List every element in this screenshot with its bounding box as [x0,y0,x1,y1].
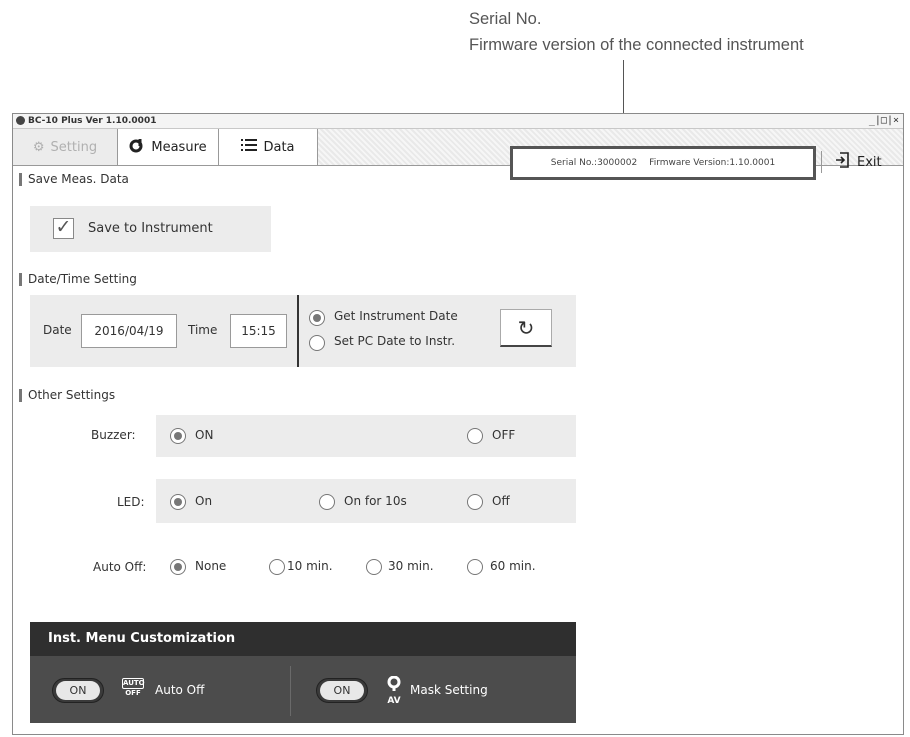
menu-customization-panel: Inst. Menu Customization ON AUTO OFF Aut… [30,622,576,723]
buzzer-panel: ON OFF [156,415,576,457]
auto-off-none-radio[interactable] [170,559,186,575]
buzzer-on-radio[interactable] [170,428,186,444]
mask-setting-label: Mask Setting [410,683,488,697]
auto-off-toggle[interactable]: ON [52,678,104,703]
set-pc-date-radio[interactable] [309,335,325,351]
led-on10-radio[interactable] [319,494,335,510]
measure-icon [129,137,145,157]
save-to-instrument-label: Save to Instrument [88,221,213,236]
tab-data[interactable]: Data [219,129,318,165]
mask-icon-text: AV [387,696,401,706]
auto-off-options: None 10 min. 30 min. 60 min. [156,546,576,588]
exit-button[interactable]: Exit [835,148,882,176]
auto-off-none-label: None [195,559,227,573]
list-icon [241,138,258,156]
menu-divider [290,666,291,716]
exit-icon [835,152,849,172]
auto-off-60-label: 60 min. [490,559,536,573]
tab-measure[interactable]: Measure [118,129,219,165]
buzzer-label: Buzzer: [91,428,136,442]
led-label: LED: [117,495,145,509]
set-pc-date-label: Set PC Date to Instr. [334,334,456,348]
tab-bar: ⚙ Setting Measure Data Serial No.:300000… [13,129,903,180]
led-on-label: On [195,494,213,508]
led-off-label: Off [492,494,510,508]
exit-divider [821,151,822,173]
menu-customization-title: Inst. Menu Customization [30,622,576,656]
auto-off-30-radio[interactable] [366,559,382,575]
sync-date-button[interactable]: ↻ [500,309,552,347]
tab-data-label: Data [263,139,295,155]
mask-setting-toggle-label: ON [320,681,364,700]
time-field[interactable]: 15:15 [230,314,287,348]
auto-off-toggle-label: ON [56,681,100,700]
title-bar: BC-10 Plus Ver 1.10.0001 _|□|× [13,114,903,129]
auto-off-icon-top: AUTO [122,678,145,689]
tab-measure-label: Measure [151,139,207,155]
window-controls[interactable]: _|□|× [869,115,899,127]
annotation-serial-label: Serial No. [469,10,542,28]
auto-off-menu-label: Auto Off [155,683,205,697]
auto-off-label: Auto Off: [93,560,147,574]
app-window: BC-10 Plus Ver 1.10.0001 _|□|× ⚙ Setting… [12,113,904,735]
other-section-title: Other Settings [19,389,115,402]
led-on-radio[interactable] [170,494,186,510]
annotation-callout: Serial No. Firmware version of the conne… [469,6,804,58]
get-instrument-date-label: Get Instrument Date [334,309,458,323]
gear-icon: ⚙ [32,139,45,155]
auto-off-icon: AUTO OFF [122,678,145,702]
firmware-version: Firmware Version:1.10.0001 [649,158,776,168]
auto-off-10-radio[interactable] [269,559,285,575]
led-on10-label: On for 10s [344,494,407,508]
refresh-icon: ↻ [517,315,535,340]
buzzer-off-radio[interactable] [467,428,483,444]
date-label: Date [43,323,72,337]
mask-icon: AV [384,675,404,706]
buzzer-on-label: ON [195,428,214,442]
save-to-instrument-panel: ✓ Save to Instrument [30,206,271,252]
buzzer-off-label: OFF [492,428,516,442]
time-label: Time [188,323,218,337]
mask-setting-toggle[interactable]: ON [316,678,368,703]
instrument-info-box: Serial No.:3000002 Firmware Version:1.10… [510,146,816,180]
get-instrument-date-radio[interactable] [309,310,325,326]
auto-off-10-label: 10 min. [287,559,333,573]
auto-off-60-radio[interactable] [467,559,483,575]
tab-setting[interactable]: ⚙ Setting [13,129,118,165]
annotation-firmware-label: Firmware version of the connected instru… [469,36,804,54]
save-section-title: Save Meas. Data [19,173,129,186]
exit-label: Exit [857,154,882,170]
datetime-section-title: Date/Time Setting [19,273,137,286]
led-panel: On On for 10s Off [156,479,576,523]
auto-off-icon-bottom: OFF [125,689,141,697]
datetime-divider [297,295,299,367]
serial-number: Serial No.:3000002 [550,158,638,168]
app-icon [16,116,25,125]
tab-setting-label: Setting [50,139,98,155]
date-field[interactable]: 2016/04/19 [81,314,177,348]
datetime-panel: Date 2016/04/19 Time 15:15 Get Instrumen… [30,295,576,367]
window-title: BC-10 Plus Ver 1.10.0001 [28,116,157,126]
led-off-radio[interactable] [467,494,483,510]
auto-off-30-label: 30 min. [388,559,434,573]
save-to-instrument-checkbox[interactable]: ✓ [53,218,74,239]
